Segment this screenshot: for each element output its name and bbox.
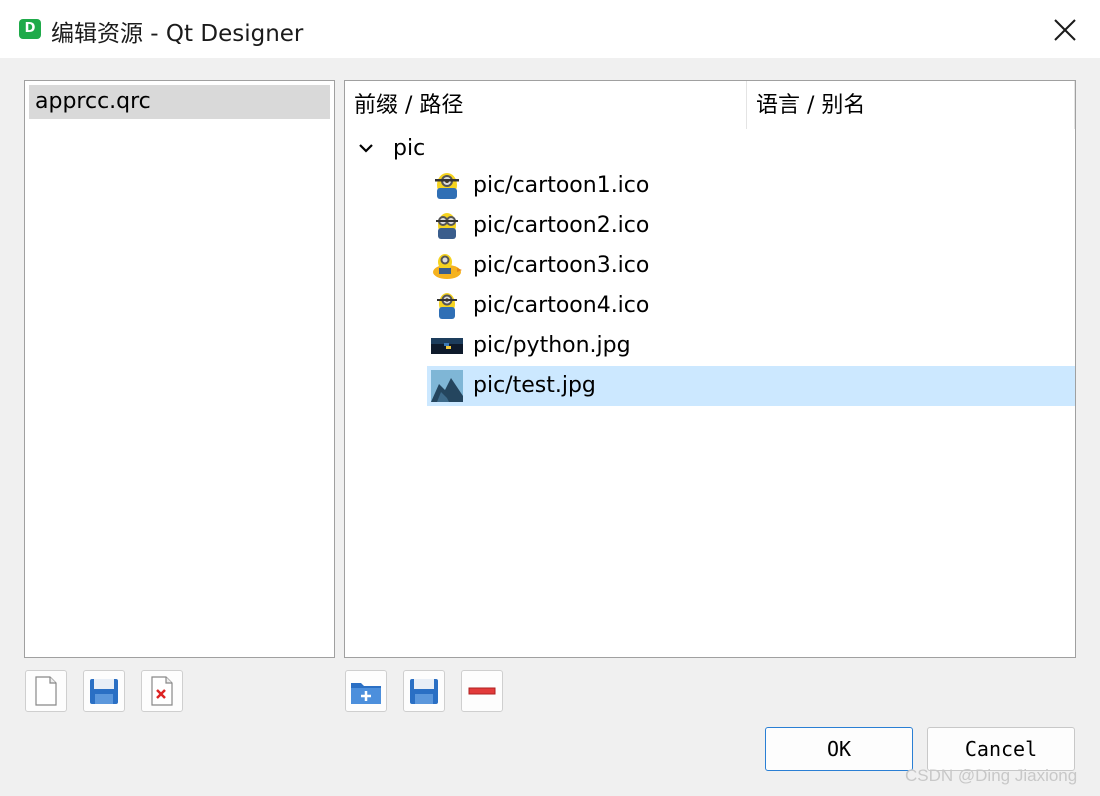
- add-files-button[interactable]: [403, 670, 445, 712]
- file-label: pic/cartoon2.ico: [473, 213, 650, 238]
- column-header-prefix-path[interactable]: 前缀 / 路径: [345, 81, 747, 129]
- title-bar: D 编辑资源 - Qt Designer: [0, 0, 1100, 58]
- tree-file-row[interactable]: pic/cartoon3.ico: [427, 246, 1075, 286]
- open-resource-file-button[interactable]: [83, 670, 125, 712]
- minion-icon: [431, 170, 463, 202]
- tree-file-row[interactable]: pic/cartoon1.ico: [427, 166, 1075, 206]
- tree-file-row[interactable]: pic/python.jpg: [427, 326, 1075, 366]
- tree-prefix-row[interactable]: pic: [355, 129, 425, 169]
- minion-icon: [431, 210, 463, 242]
- tree-file-row[interactable]: pic/cartoon4.ico: [427, 286, 1075, 326]
- resource-tree[interactable]: 前缀 / 路径 语言 / 别名 pic pic/cartoon1.ico pic…: [344, 80, 1076, 658]
- remove-file-icon: [151, 676, 173, 706]
- add-prefix-button[interactable]: [345, 670, 387, 712]
- tree-file-row[interactable]: pic/cartoon2.ico: [427, 206, 1075, 246]
- add-prefix-icon: [351, 683, 381, 704]
- file-label: pic/cartoon1.ico: [473, 173, 650, 198]
- python-image-icon: [431, 330, 463, 362]
- file-label: pic/cartoon4.ico: [473, 293, 650, 318]
- minion-icon: [431, 290, 463, 322]
- file-label: pic/cartoon3.ico: [473, 253, 650, 278]
- open-file-icon: [90, 679, 118, 704]
- minion-duck-icon: [431, 250, 463, 282]
- column-header-language-alias[interactable]: 语言 / 别名: [747, 81, 1075, 129]
- resource-file-item[interactable]: apprcc.qrc: [29, 85, 330, 119]
- file-label: pic/python.jpg: [473, 333, 631, 358]
- window-title: 编辑资源 - Qt Designer: [51, 21, 304, 47]
- new-resource-file-button[interactable]: [25, 670, 67, 712]
- prefix-label: pic: [393, 136, 426, 161]
- cancel-button[interactable]: Cancel: [927, 727, 1075, 771]
- qt-designer-app-icon: D: [19, 19, 41, 39]
- ok-button[interactable]: OK: [765, 727, 913, 771]
- close-icon: [1054, 19, 1076, 41]
- remove-icon: [468, 687, 496, 695]
- new-file-icon: [35, 676, 57, 706]
- resource-file-list[interactable]: apprcc.qrc: [24, 80, 335, 658]
- watermark: CSDN @Ding Jiaxiong: [905, 766, 1078, 785]
- add-files-icon: [410, 679, 438, 704]
- chevron-down-icon[interactable]: [355, 129, 377, 169]
- tree-file-row-selected[interactable]: pic/test.jpg: [427, 366, 1075, 406]
- landscape-image-icon: [431, 370, 463, 402]
- file-label: pic/test.jpg: [473, 373, 596, 398]
- close-button[interactable]: [1045, 12, 1085, 48]
- remove-resource-file-button[interactable]: [141, 670, 183, 712]
- remove-button[interactable]: [461, 670, 503, 712]
